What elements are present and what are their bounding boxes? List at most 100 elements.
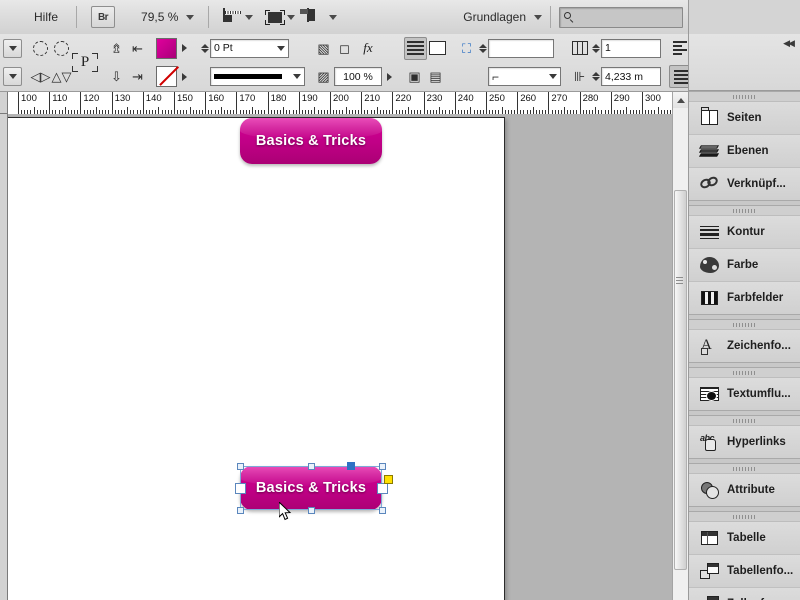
search-input[interactable] <box>575 10 675 24</box>
corner-size-stepper[interactable] <box>477 40 488 57</box>
rotate-counterclockwise-button[interactable] <box>51 38 72 59</box>
gutter-button: ⊪ <box>569 66 590 87</box>
stroke-style-field[interactable] <box>210 67 305 87</box>
text-scope-dropdown[interactable] <box>3 67 22 87</box>
arrange-documents-button[interactable] <box>301 0 343 34</box>
vertical-scrollbar[interactable] <box>672 92 688 600</box>
sel-handle-middle-right[interactable] <box>376 482 388 494</box>
dock-panel-farbfelder[interactable]: Farbfelder <box>689 282 800 314</box>
search-field[interactable] <box>559 6 683 28</box>
gutter-field[interactable]: 4,233 m <box>601 67 661 87</box>
sel-handle-top-right[interactable] <box>378 462 386 470</box>
flip-vertical-button[interactable]: △▽ <box>51 66 72 87</box>
vertical-ruler[interactable] <box>0 114 8 600</box>
dock-panel-verknüpf[interactable]: Verknüpf... <box>689 168 800 200</box>
chevron-down-icon[interactable] <box>273 41 288 56</box>
sel-handle-middle-left[interactable] <box>234 482 246 494</box>
distribute-left-button[interactable]: ⇤ <box>127 38 148 59</box>
dock-group-drag-handle[interactable] <box>689 206 800 216</box>
frame-fitting-button[interactable]: ⛶ <box>456 38 477 59</box>
stroke-weight-stepper[interactable] <box>199 40 210 57</box>
center-content-button[interactable]: ▣ <box>404 66 425 87</box>
columns-stepper[interactable] <box>590 40 601 57</box>
flip-horizontal-button[interactable]: ◁▷ <box>30 66 51 87</box>
corner-size-field[interactable] <box>488 38 554 58</box>
sel-handle-bottom-center[interactable] <box>307 506 315 514</box>
dock-group-drag-handle[interactable] <box>689 512 800 522</box>
align-top-button[interactable]: ⇯ <box>106 38 127 59</box>
stroke-color-swatch[interactable] <box>156 66 177 88</box>
dock-panel-hyperlinks[interactable]: abc Hyperlinks <box>689 426 800 458</box>
dock-panel-zellenfor[interactable]: Zellenfor... <box>689 588 800 600</box>
dock-group-drag-handle[interactable] <box>689 416 800 426</box>
distribute-right-button[interactable]: ⇥ <box>127 66 148 87</box>
stroke-weight-group: 0 Pt <box>199 34 305 91</box>
scroll-up-button[interactable] <box>673 92 688 108</box>
dock-group-drag-handle[interactable] <box>689 464 800 474</box>
document-page[interactable] <box>8 117 505 600</box>
sel-handle-reference-point[interactable] <box>346 462 355 470</box>
button-object-top[interactable]: Basics & Tricks <box>240 118 382 164</box>
dock-panel-ebenen[interactable]: Ebenen <box>689 135 800 168</box>
select-container-button[interactable]: P <box>72 52 98 73</box>
ruler-label: 260 <box>520 93 537 104</box>
bridge-button[interactable]: Br <box>85 0 121 34</box>
preview-mode-button[interactable] <box>259 0 301 34</box>
dock-panel-kontur[interactable]: Kontur <box>689 216 800 249</box>
document-canvas[interactable]: Basics & Tricks Basics & Tricks <box>8 114 672 600</box>
stroke-weight-field[interactable]: 0 Pt <box>210 38 289 58</box>
columns-field[interactable]: 1 <box>601 38 661 58</box>
opacity-dropdown[interactable] <box>382 66 396 87</box>
dock-panel-farbe[interactable]: Farbe <box>689 249 800 282</box>
collapse-dock-button[interactable]: ◀◀ <box>779 36 797 50</box>
ruler-tick-minor <box>127 107 129 114</box>
fit-frame-to-content-button[interactable] <box>427 38 448 59</box>
dock-panel-seiten[interactable]: Seiten <box>689 102 800 135</box>
help-menu[interactable]: Hilfe <box>0 10 68 24</box>
fill-frame-proportionally-button[interactable]: ▤ <box>425 66 446 87</box>
corner-shape-field[interactable]: ⌐ <box>488 67 561 87</box>
stroke-swatch-dropdown[interactable] <box>177 66 191 87</box>
opacity-swatch-button[interactable]: ▨ <box>313 66 334 87</box>
fill-color-swatch[interactable] <box>156 37 177 59</box>
align-bottom-button[interactable]: ⇩ <box>106 66 127 87</box>
screen-mode-button[interactable] <box>217 0 259 34</box>
button-object-top-label: Basics & Tricks <box>255 133 367 149</box>
dock-panel-tabelle[interactable]: Tabelle <box>689 522 800 555</box>
sel-handle-bottom-right[interactable] <box>378 506 386 514</box>
dock-group-drag-handle[interactable] <box>689 320 800 330</box>
ruler-origin-corner[interactable] <box>0 92 8 114</box>
scrollbar-thumb[interactable] <box>674 190 687 570</box>
dock-panel-label: Attribute <box>727 484 775 496</box>
sel-handle-top-left[interactable] <box>236 462 244 470</box>
chevron-down-icon[interactable] <box>545 69 560 84</box>
zoom-level-control[interactable]: 79,5 % <box>121 0 200 34</box>
cell-styles-icon <box>698 594 720 600</box>
dock-group-drag-handle[interactable] <box>689 92 800 102</box>
dock-group-drag-handle[interactable] <box>689 368 800 378</box>
drop-shadow-icon: ▧ <box>317 40 330 56</box>
dock-panel-zeichenfo[interactable]: A Zeichenfo... <box>689 330 800 362</box>
rotate-clockwise-button[interactable] <box>30 38 51 59</box>
fx-button[interactable]: fx <box>355 38 381 59</box>
gutter-stepper[interactable] <box>590 68 601 85</box>
ruler-tick-major <box>111 92 113 114</box>
chevron-down-icon[interactable] <box>289 69 304 84</box>
ruler-label: 190 <box>301 93 318 104</box>
align-left-button[interactable] <box>669 38 690 59</box>
sel-handle-bottom-left[interactable] <box>236 506 244 514</box>
workspace-switcher[interactable]: Grundlagen <box>463 10 542 24</box>
opacity-field[interactable]: 100 % <box>334 67 382 87</box>
horizontal-ruler[interactable]: 100 110 120 130 140 150 160 170 180 190 200 210 220 2… <box>8 92 672 115</box>
fill-swatch-dropdown[interactable] <box>177 38 191 59</box>
drop-shadow-button[interactable]: ▧ <box>313 38 334 59</box>
corner-options-handle[interactable] <box>384 475 393 484</box>
fit-content-proportionally-button[interactable] <box>404 36 427 60</box>
sel-handle-top-center[interactable] <box>307 462 315 470</box>
dock-panel-tabellenfo[interactable]: Tabellenfo... <box>689 555 800 588</box>
object-scope-dropdown[interactable] <box>3 38 22 58</box>
dock-panel-attribute[interactable]: Attribute <box>689 474 800 506</box>
fx-icon: fx <box>363 40 373 56</box>
object-effects-button[interactable]: ◻ <box>334 38 355 59</box>
dock-panel-textumflu[interactable]: Textumflu... <box>689 378 800 410</box>
